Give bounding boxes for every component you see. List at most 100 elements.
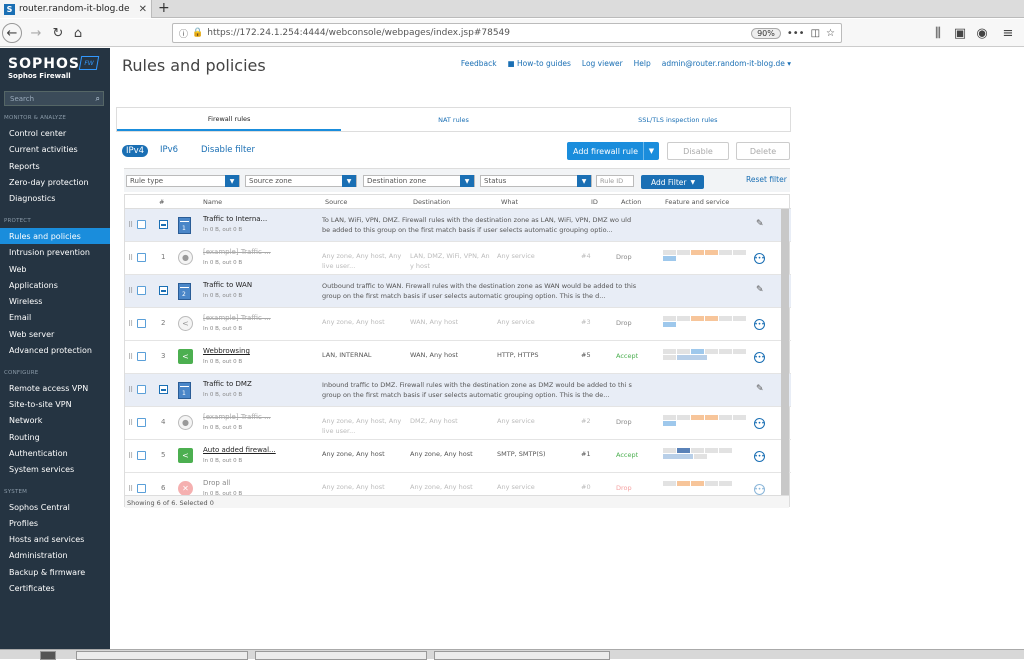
more-icon[interactable]: ••• <box>754 319 765 330</box>
sidebar-item-rules-policies[interactable]: Rules and policies <box>0 228 110 244</box>
sidebar-item-network[interactable]: Network <box>0 412 110 428</box>
sidebar-item-email[interactable]: Email <box>0 309 110 325</box>
more-icon[interactable]: ••• <box>754 451 765 462</box>
sidebar-item-routing[interactable]: Routing <box>0 429 110 445</box>
ipv4-toggle[interactable]: IPv4 <box>122 145 149 157</box>
library-icon[interactable]: ⫼ <box>928 23 948 43</box>
sidebar-toggle-icon[interactable]: ▣ <box>950 23 970 43</box>
rule-name[interactable]: [example] Traffic ... <box>203 314 271 322</box>
collapse-icon[interactable] <box>159 286 168 295</box>
dest-zone-select[interactable]: Destination zone ▼ <box>363 175 475 187</box>
disable-filter-link[interactable]: Disable filter <box>201 145 255 155</box>
admin-menu[interactable]: admin@router.random-it-blog.de ▾ <box>662 59 791 68</box>
rule-name[interactable]: [example] Traffic ... <box>203 248 271 256</box>
sidebar-item-advanced[interactable]: Advanced protection <box>0 342 110 358</box>
drag-handle-icon[interactable]: ⠿ <box>128 419 133 427</box>
more-icon[interactable]: ••• <box>754 484 765 495</box>
scrollbar-thumb[interactable] <box>781 209 789 499</box>
search-input[interactable]: Search ⌕ <box>4 91 104 106</box>
lock-warning-icon[interactable]: 🔒 <box>192 28 203 38</box>
sidebar-item-remote-vpn[interactable]: Remote access VPN <box>0 380 110 396</box>
table-row-group[interactable]: ⠿ 1 Traffic to Interna... In 0 B, out 0 … <box>125 209 791 242</box>
rule-name[interactable]: Traffic to Interna... <box>203 215 267 223</box>
sidebar-item-backup[interactable]: Backup & firmware <box>0 564 110 580</box>
pencil-icon[interactable]: ✎ <box>756 384 764 394</box>
rule-name[interactable]: Drop all <box>203 479 230 487</box>
table-row[interactable]: ⠿ 5 < Auto added firewal... In 0 B, out … <box>125 440 791 473</box>
drag-handle-icon[interactable]: ⠿ <box>128 485 133 493</box>
table-scrollbar[interactable] <box>781 209 789 505</box>
collapse-icon[interactable] <box>159 385 168 394</box>
rule-name[interactable]: Traffic to WAN <box>203 281 252 289</box>
drag-handle-icon[interactable]: ⠿ <box>128 254 133 262</box>
row-checkbox[interactable] <box>137 418 146 427</box>
sidebar-item-applications[interactable]: Applications <box>0 277 110 293</box>
drag-handle-icon[interactable]: ⠿ <box>128 353 133 361</box>
table-row-group[interactable]: ⠿ 1 Traffic to DMZ In 0 B, out 0 B Inbou… <box>125 374 791 407</box>
howto-link[interactable]: ■ How-to guides <box>508 59 571 68</box>
pocket-icon[interactable]: ◫ <box>811 28 820 39</box>
sidebar-item-reports[interactable]: Reports <box>0 158 110 174</box>
table-row[interactable]: ⠿ 2 < [example] Traffic ... In 0 B, out … <box>125 308 791 341</box>
add-firewall-rule-button[interactable]: Add firewall rule ▼ <box>567 142 659 160</box>
help-link[interactable]: Help <box>634 59 651 68</box>
tab-nat-rules[interactable]: NAT rules <box>341 108 565 131</box>
sidebar-item-hosts[interactable]: Hosts and services <box>0 531 110 547</box>
sidebar-item-web[interactable]: Web <box>0 261 110 277</box>
tab-ssl-rules[interactable]: SSL/TLS inspection rules <box>566 108 790 131</box>
close-tab-icon[interactable]: ✕ <box>139 4 147 15</box>
more-icon[interactable]: ••• <box>754 418 765 429</box>
sidebar-item-diagnostics[interactable]: Diagnostics <box>0 190 110 206</box>
delete-button[interactable]: Delete <box>736 142 790 160</box>
drag-handle-icon[interactable]: ⠿ <box>128 221 133 229</box>
info-icon[interactable]: ⓘ <box>179 27 188 40</box>
new-tab-button[interactable]: + <box>158 0 170 17</box>
sidebar-item-current-activities[interactable]: Current activities <box>0 141 110 157</box>
ipv6-toggle[interactable]: IPv6 <box>160 145 178 155</box>
pencil-icon[interactable]: ✎ <box>756 285 764 295</box>
sidebar-item-administration[interactable]: Administration <box>0 547 110 563</box>
drag-handle-icon[interactable]: ⠿ <box>128 452 133 460</box>
sidebar-item-profiles[interactable]: Profiles <box>0 515 110 531</box>
row-checkbox[interactable] <box>137 286 146 295</box>
rule-name[interactable]: Traffic to DMZ <box>203 380 252 388</box>
zoom-level[interactable]: 90% <box>751 27 781 39</box>
logviewer-link[interactable]: Log viewer <box>582 59 623 68</box>
menu-icon[interactable]: ≡ <box>998 23 1018 43</box>
drag-handle-icon[interactable]: ⠿ <box>128 386 133 394</box>
row-checkbox[interactable] <box>137 220 146 229</box>
source-zone-select[interactable]: Source zone ▼ <box>245 175 357 187</box>
forward-arrow-icon[interactable]: → <box>26 23 46 43</box>
rule-type-select[interactable]: Rule type ▼ <box>126 175 240 187</box>
sidebar-item-zero-day[interactable]: Zero-day protection <box>0 174 110 190</box>
sidebar-item-control-center[interactable]: Control center <box>0 125 110 141</box>
browser-tab[interactable]: S router.random-it-blog.de ✕ <box>0 0 152 18</box>
chevron-down-icon[interactable]: ▼ <box>643 142 659 160</box>
sidebar-item-certificates[interactable]: Certificates <box>0 580 110 596</box>
bookmark-star-icon[interactable]: ☆ <box>826 28 835 39</box>
row-checkbox[interactable] <box>137 319 146 328</box>
drag-handle-icon[interactable]: ⠿ <box>128 287 133 295</box>
more-icon[interactable]: ••• <box>754 352 765 363</box>
sidebar-item-wireless[interactable]: Wireless <box>0 293 110 309</box>
sidebar-item-web-server[interactable]: Web server <box>0 326 110 342</box>
rule-name[interactable]: Auto added firewal... <box>203 446 276 454</box>
pencil-icon[interactable]: ✎ <box>756 219 764 229</box>
table-row[interactable]: ⠿ 1 ● [example] Traffic ... In 0 B, out … <box>125 242 791 275</box>
table-row[interactable]: ⠿ 4 ● [example] Traffic ... In 0 B, out … <box>125 407 791 440</box>
drag-handle-icon[interactable]: ⠿ <box>128 320 133 328</box>
reload-icon[interactable]: ↻ <box>48 23 68 43</box>
sidebar-item-system-services[interactable]: System services <box>0 461 110 477</box>
sidebar-item-authentication[interactable]: Authentication <box>0 445 110 461</box>
reset-filter-link[interactable]: Reset filter <box>746 175 787 184</box>
rule-id-input[interactable]: Rule ID <box>596 175 634 187</box>
table-row[interactable]: ⠿ 6 ✕ Drop all In 0 B, out 0 B Any zone,… <box>125 473 791 497</box>
status-select[interactable]: Status ▼ <box>480 175 592 187</box>
rule-name[interactable]: [example] Traffic ... <box>203 413 271 421</box>
disable-button[interactable]: Disable <box>667 142 729 160</box>
url-bar[interactable]: ⓘ 🔒 https://172.24.1.254:4444/webconsole… <box>172 23 842 43</box>
row-checkbox[interactable] <box>137 451 146 460</box>
home-icon[interactable]: ⌂ <box>68 23 88 43</box>
row-checkbox[interactable] <box>137 352 146 361</box>
table-row[interactable]: ⠿ 3 < Webbrowsing In 0 B, out 0 B LAN, I… <box>125 341 791 374</box>
